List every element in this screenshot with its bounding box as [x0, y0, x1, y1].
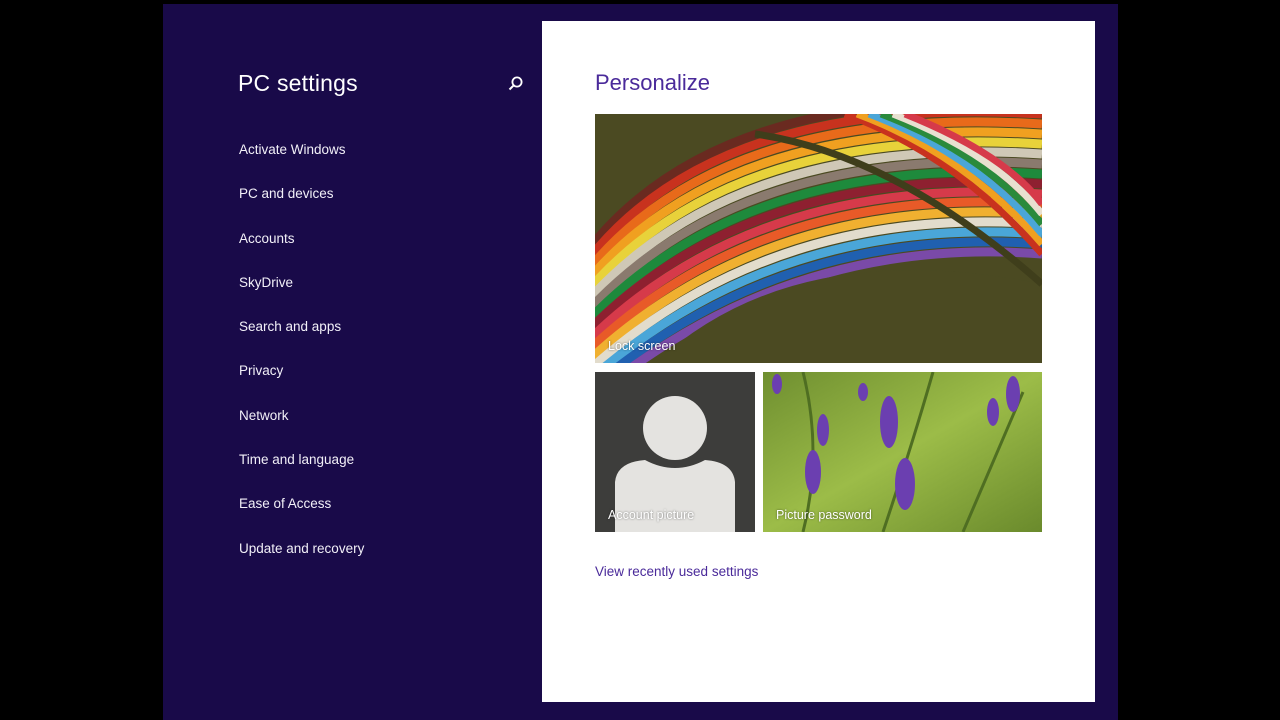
lock-screen-tile[interactable]: Lock screen: [595, 114, 1042, 363]
picture-password-tile[interactable]: Picture password: [763, 372, 1042, 532]
sidebar-item-privacy[interactable]: Privacy: [239, 362, 364, 406]
view-recent-settings-link[interactable]: View recently used settings: [595, 564, 758, 579]
search-icon[interactable]: [506, 74, 526, 94]
account-picture-label: Account picture: [608, 508, 695, 522]
page-title: Personalize: [595, 70, 710, 95]
sidebar-item-skydrive[interactable]: SkyDrive: [239, 274, 364, 318]
account-picture-tile[interactable]: Account picture: [595, 372, 755, 532]
sidebar-item-pc-and-devices[interactable]: PC and devices: [239, 185, 364, 229]
sidebar-nav: Activate Windows PC and devices Accounts…: [239, 141, 364, 584]
sidebar-item-activate-windows[interactable]: Activate Windows: [239, 141, 364, 185]
app-title: PC settings: [238, 70, 358, 96]
sidebar-item-time-and-language[interactable]: Time and language: [239, 451, 364, 495]
lock-screen-image: [595, 114, 1042, 363]
sidebar-item-accounts[interactable]: Accounts: [239, 230, 364, 274]
sidebar-item-network[interactable]: Network: [239, 407, 364, 451]
sidebar-item-update-and-recovery[interactable]: Update and recovery: [239, 540, 364, 584]
lock-screen-label: Lock screen: [608, 339, 676, 353]
sidebar-item-ease-of-access[interactable]: Ease of Access: [239, 495, 364, 539]
picture-password-label: Picture password: [776, 508, 872, 522]
sidebar-item-search-and-apps[interactable]: Search and apps: [239, 318, 364, 362]
